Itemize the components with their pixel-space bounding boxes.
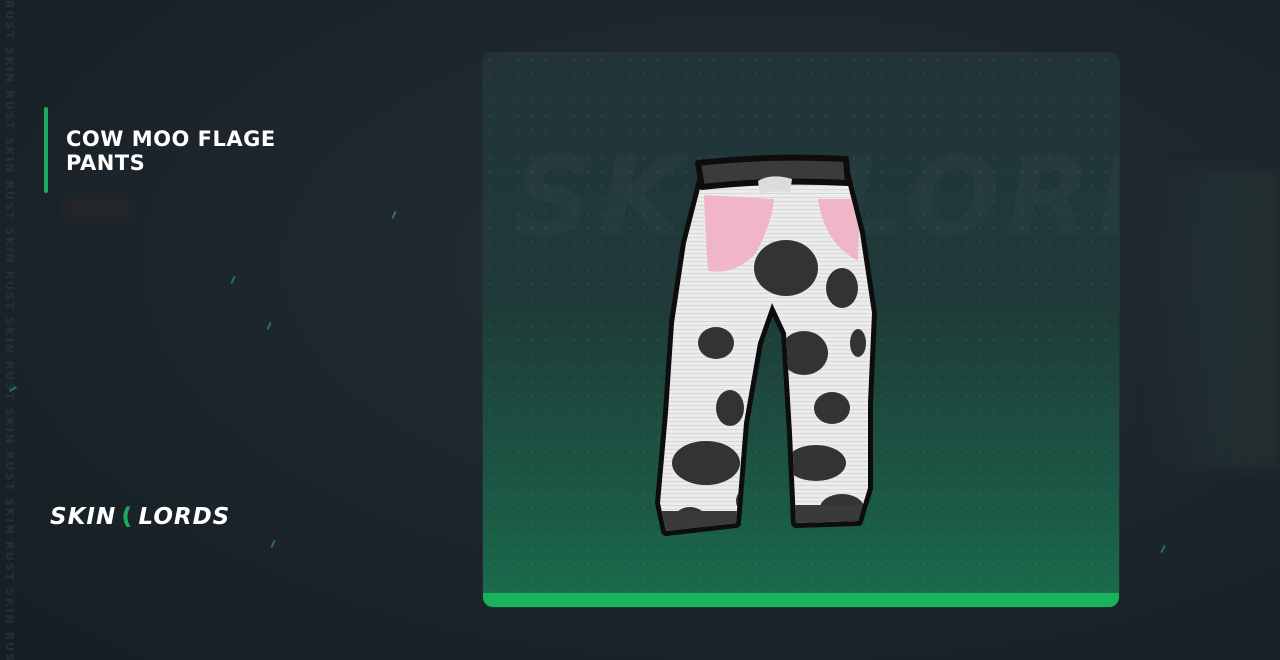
logo-text-right: LORDS xyxy=(138,504,231,530)
title-accent-bar xyxy=(44,107,48,193)
skinlords-logo: SKIN ❪ LORDS xyxy=(50,500,230,534)
decorative-speck xyxy=(1160,544,1166,554)
decorative-speck xyxy=(230,275,236,285)
item-title: COW MOO FLAGE PANTS xyxy=(66,127,276,175)
item-title-block: COW MOO FLAGE PANTS xyxy=(44,107,344,193)
decorative-speck xyxy=(270,539,276,549)
decorative-speck xyxy=(391,210,397,220)
side-watermark: RUST SKIN RUST SKIN RUST SKIN RUST SKIN … xyxy=(3,0,16,660)
item-preview-image xyxy=(655,154,877,536)
logo-text-left: SKIN xyxy=(50,504,117,530)
blurred-background-chip xyxy=(62,196,132,220)
item-preview-card: SKINLORDS xyxy=(483,53,1119,607)
logo-divider-icon: ❪ xyxy=(117,504,138,530)
card-rarity-bar xyxy=(483,593,1119,607)
blurred-background-item xyxy=(1140,170,1280,470)
decorative-speck xyxy=(266,321,272,331)
